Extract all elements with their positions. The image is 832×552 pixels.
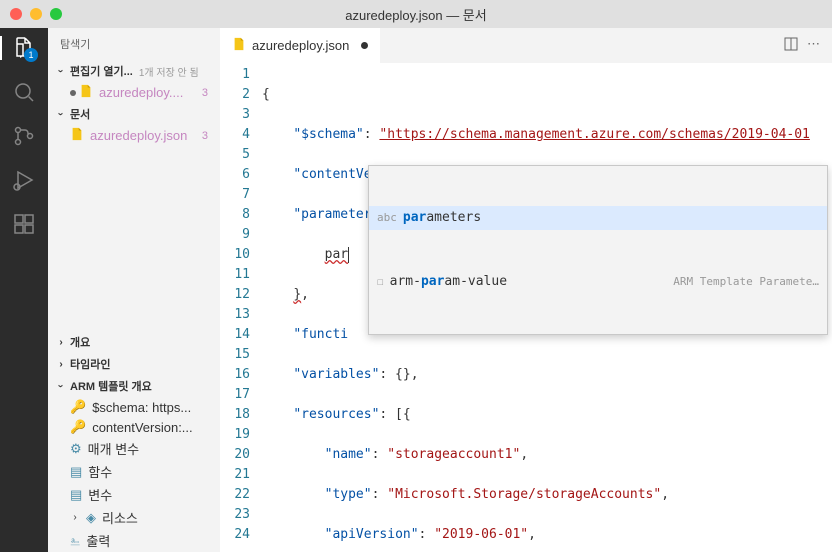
sidebar-title: 탐색기: [48, 28, 220, 60]
explorer-badge: 1: [24, 48, 38, 62]
file-name: azuredeploy.json: [90, 128, 187, 143]
outline-item[interactable]: ›◈리소스: [48, 506, 220, 529]
outline-item[interactable]: 🔑$schema: https...: [48, 397, 220, 417]
search-icon[interactable]: [12, 80, 36, 104]
tab-label: azuredeploy.json: [252, 38, 349, 53]
chevron-down-icon: ›: [54, 64, 68, 78]
json-file-icon: [79, 84, 93, 101]
workspace-file-item[interactable]: azuredeploy.json 3: [48, 125, 220, 146]
suggestion-item[interactable]: abc parameters: [369, 206, 827, 230]
brackets-icon: ⎁: [70, 533, 80, 549]
open-editors-header[interactable]: › 편집기 열기... 1개 저장 안 됨: [48, 60, 220, 82]
activity-bar: 1: [0, 28, 48, 552]
titlebar: azuredeploy.json — 문서: [0, 0, 832, 28]
json-file-icon: [70, 127, 84, 144]
maximize-window-button[interactable]: [50, 8, 62, 20]
outline-item[interactable]: ▤변수: [48, 483, 220, 506]
outline-item[interactable]: ⚙매개 변수: [48, 437, 220, 460]
modified-dot-icon: [361, 42, 368, 49]
gutter: 123456789101112131415161718192021222324: [220, 63, 262, 552]
outline-item[interactable]: 🔑contentVersion:...: [48, 417, 220, 437]
run-icon[interactable]: [12, 168, 36, 192]
code-content[interactable]: { "$schema": "https://schema.management.…: [262, 63, 832, 552]
modified-dot-icon: [70, 90, 76, 96]
window-controls: [10, 8, 62, 20]
gear-icon: ⚙: [70, 441, 82, 457]
intellisense-popup[interactable]: abc parameters ☐ arm-param-value ARM Tem…: [368, 165, 828, 335]
workspace-header[interactable]: › 문서: [48, 103, 220, 125]
chevron-right-icon: ›: [54, 357, 68, 371]
outline-item[interactable]: ▤함수: [48, 460, 220, 483]
source-control-icon[interactable]: [12, 124, 36, 148]
chevron-right-icon: ›: [70, 511, 80, 525]
cube-icon: ◈: [86, 510, 96, 526]
timeline-header[interactable]: › 타임라인: [48, 353, 220, 375]
key-icon: 🔑: [70, 419, 86, 435]
tab-azuredeploy[interactable]: azuredeploy.json: [220, 28, 380, 63]
split-editor-icon[interactable]: [783, 36, 799, 55]
key-icon: 🔑: [70, 399, 86, 415]
code-editor[interactable]: 123456789101112131415161718192021222324 …: [220, 63, 832, 552]
outline-header[interactable]: › 개요: [48, 331, 220, 353]
editor-area: azuredeploy.json ⋯ 123456789101112131415…: [220, 28, 832, 552]
more-actions-icon[interactable]: ⋯: [807, 36, 820, 55]
outline-item[interactable]: ⎁출력: [48, 529, 220, 552]
chevron-down-icon: ›: [54, 379, 68, 393]
explorer-icon[interactable]: 1: [12, 36, 36, 60]
file-name: azuredeploy....: [99, 85, 183, 100]
suggestion-type-icon: abc: [377, 208, 397, 228]
arm-outline-header[interactable]: › ARM 템플릿 개요: [48, 375, 220, 397]
json-file-icon: [232, 37, 246, 54]
extensions-icon[interactable]: [12, 212, 36, 236]
brackets-icon: ▤: [70, 487, 82, 503]
suggestion-type-icon: ☐: [377, 272, 384, 292]
window-title: azuredeploy.json — 문서: [345, 5, 486, 24]
chevron-right-icon: ›: [54, 335, 68, 349]
sidebar: 탐색기 › 편집기 열기... 1개 저장 안 됨 azuredeploy...…: [48, 28, 220, 552]
chevron-down-icon: ›: [54, 107, 68, 121]
minimize-window-button[interactable]: [30, 8, 42, 20]
brackets-icon: ▤: [70, 464, 82, 480]
arm-outline-body: 🔑$schema: https... 🔑contentVersion:... ⚙…: [48, 397, 220, 552]
problems-badge: 3: [198, 87, 212, 99]
tab-bar: azuredeploy.json ⋯: [220, 28, 832, 63]
close-window-button[interactable]: [10, 8, 22, 20]
open-editor-item[interactable]: azuredeploy.... 3: [48, 82, 220, 103]
problems-badge: 3: [198, 130, 212, 142]
suggestion-item[interactable]: ☐ arm-param-value ARM Template Paramete…: [369, 270, 827, 294]
